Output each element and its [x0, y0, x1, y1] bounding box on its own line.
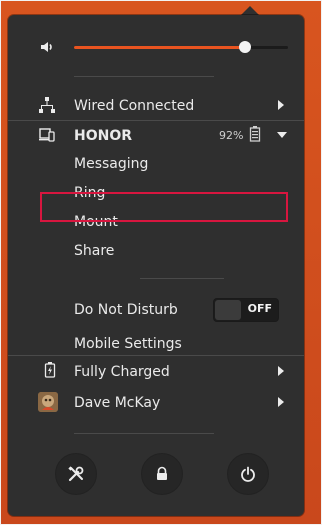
power-icon: [241, 466, 255, 482]
toggle-thumb: [215, 300, 241, 320]
volume-row[interactable]: [8, 33, 304, 61]
user-name: Dave McKay: [74, 395, 161, 411]
power-button[interactable]: [227, 453, 269, 495]
battery-status-item[interactable]: Fully Charged: [8, 357, 304, 385]
battery-icon: [246, 125, 264, 143]
speaker-icon: [38, 38, 56, 56]
volume-knob[interactable]: [239, 41, 252, 53]
separator: [74, 433, 214, 434]
chevron-down-icon: [277, 132, 287, 138]
separator: [140, 278, 224, 279]
system-menu-panel: Wired Connected HONOR 92% Messaging Ring…: [8, 15, 304, 516]
separator: [8, 355, 304, 356]
chevron-right-icon: [278, 397, 284, 407]
settings-button[interactable]: [55, 453, 97, 495]
chevron-right-icon: [278, 100, 284, 110]
avatar: [38, 392, 58, 412]
submenu-label: Share: [74, 243, 115, 259]
network-wired-icon: [38, 96, 56, 114]
submenu-item-share[interactable]: Share: [8, 236, 304, 264]
phone-device-icon: [38, 126, 56, 144]
submenu-label: Messaging: [74, 156, 149, 172]
volume-fill: [74, 46, 246, 49]
battery-label: Fully Charged: [74, 364, 170, 380]
dnd-label: Do Not Disturb: [74, 302, 178, 318]
submenu-item-messaging[interactable]: Messaging: [8, 149, 304, 177]
device-honor-item[interactable]: HONOR 92%: [8, 121, 304, 149]
separator: [74, 76, 214, 77]
chevron-right-icon: [278, 366, 284, 376]
lock-icon: [157, 466, 167, 480]
settings-tools-icon: [68, 466, 84, 482]
lock-button[interactable]: [141, 453, 183, 495]
mobile-settings-label: Mobile Settings: [74, 336, 182, 352]
device-battery-percent: 92%: [219, 129, 244, 142]
do-not-disturb-item[interactable]: Do Not Disturb OFF: [8, 295, 304, 323]
toggle-state: OFF: [247, 302, 272, 315]
wired-connection-item[interactable]: Wired Connected: [8, 91, 304, 119]
dnd-toggle[interactable]: OFF: [213, 298, 279, 322]
battery-charged-icon: [41, 361, 59, 379]
device-name: HONOR: [74, 128, 133, 144]
mobile-settings-item[interactable]: Mobile Settings: [8, 329, 304, 357]
user-item[interactable]: Dave McKay: [8, 388, 304, 416]
mount-highlight-box: [40, 192, 288, 222]
wired-label: Wired Connected: [74, 98, 195, 114]
